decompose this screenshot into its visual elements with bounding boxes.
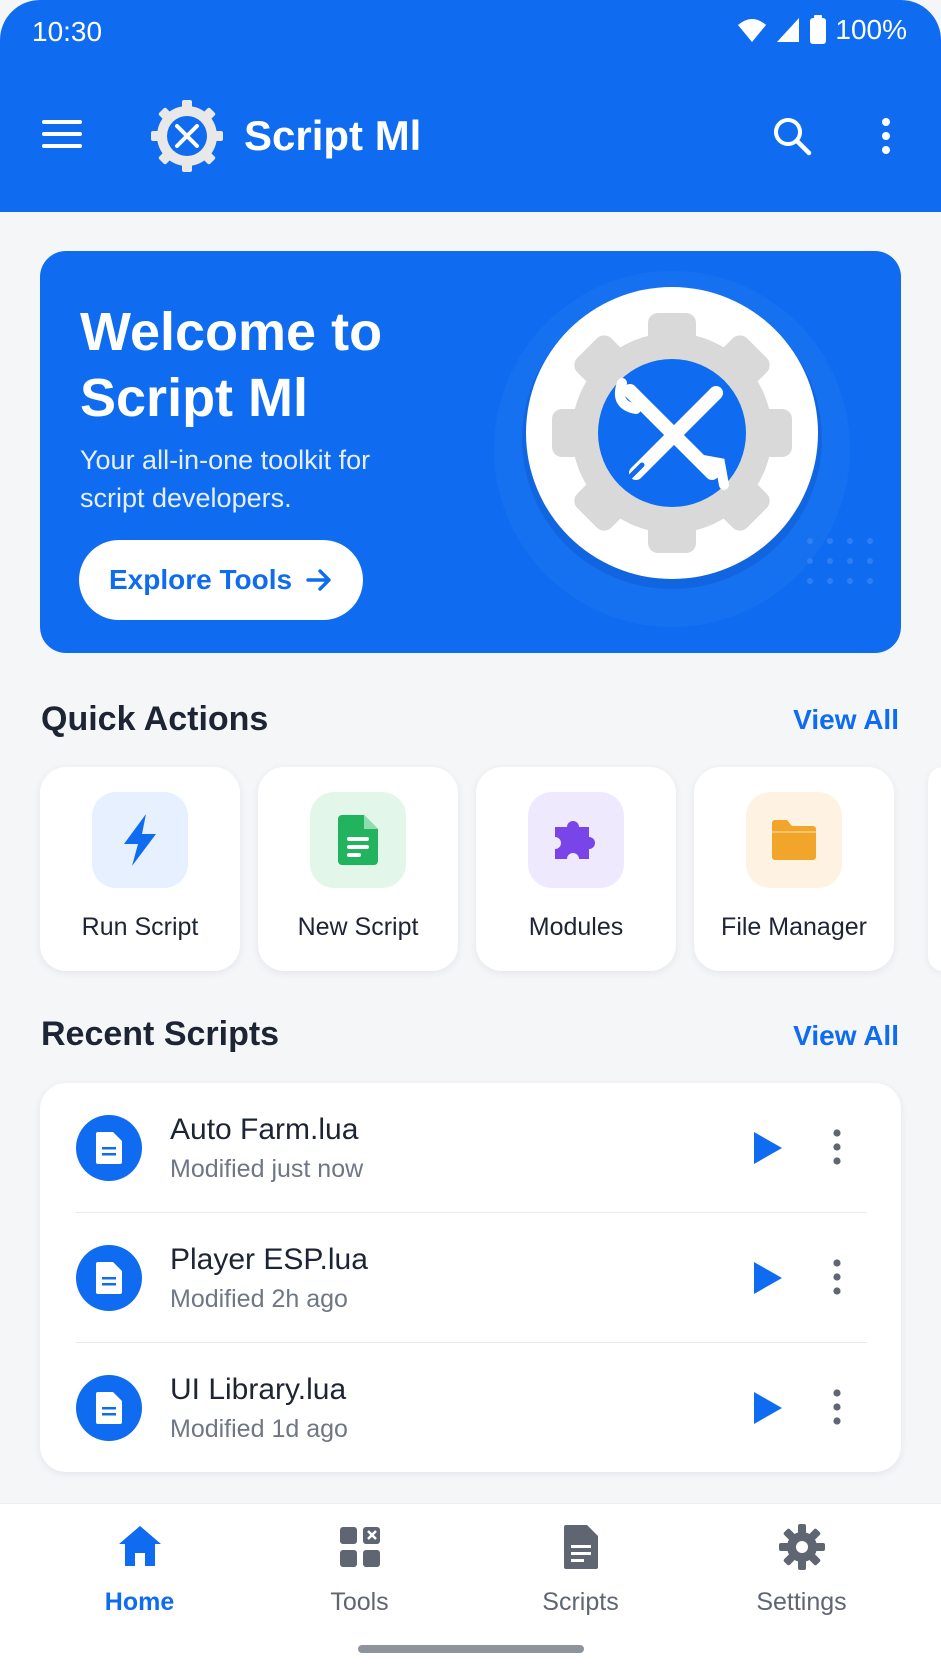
quick-action-label: Run Script [81, 913, 199, 941]
nav-label: Scripts [542, 1588, 619, 1616]
quick-action-label: Modules [528, 913, 624, 941]
nav-tools[interactable]: Tools [242, 1504, 477, 1624]
nav-label: Home [104, 1588, 175, 1616]
app-header: 10:30 100% Script Ml [0, 0, 941, 212]
app-title: Script Ml [244, 112, 422, 159]
grid-icon [339, 1527, 380, 1567]
quick-action-modules[interactable]: Modules [476, 767, 676, 971]
nav-label: Settings [756, 1588, 847, 1616]
play-icon[interactable] [746, 1388, 786, 1428]
battery-percent: 100% [835, 14, 907, 45]
status-icons: 100% [737, 14, 907, 46]
more-vertical-icon[interactable] [830, 1257, 844, 1297]
welcome-banner: Welcome to Script Ml Your all-in-one too… [40, 251, 901, 653]
toolbar: Script Ml [0, 90, 941, 182]
script-file-icon [76, 1115, 142, 1181]
app-logo-icon [151, 100, 223, 172]
puzzle-icon [528, 792, 624, 888]
home-icon [118, 1526, 161, 1566]
toolkit-gear-illustration [494, 271, 873, 627]
status-bar: 10:30 100% [0, 0, 941, 66]
more-vertical-icon[interactable] [874, 114, 898, 158]
hero-title: Welcome to Script Ml [80, 302, 383, 428]
recent-scripts-list: Auto Farm.lua Modified just now Player E… [40, 1083, 901, 1472]
recent-scripts-title: Recent Scripts [41, 1015, 280, 1053]
list-item[interactable]: Auto Farm.lua Modified just now [40, 1083, 901, 1213]
quick-action-new-script[interactable]: New Script [258, 767, 458, 971]
quick-actions-title: Quick Actions [41, 700, 269, 738]
script-name: UI Library.lua [170, 1373, 347, 1406]
recent-scripts-view-all[interactable]: View All [793, 1020, 899, 1052]
nav-scripts[interactable]: Scripts [463, 1504, 698, 1624]
menu-icon[interactable] [40, 114, 84, 154]
arrow-right-icon [306, 569, 331, 591]
document-icon [563, 1525, 598, 1569]
script-file-icon [76, 1375, 142, 1441]
script-modified: Modified just now [170, 1155, 364, 1183]
wifi-icon [738, 19, 767, 42]
explore-tools-label: Explore Tools [109, 564, 293, 595]
quick-actions-row: Run Script New Script Modules File Manag… [40, 767, 910, 971]
home-indicator[interactable] [358, 1645, 584, 1653]
lightning-icon [92, 792, 188, 888]
gear-icon [778, 1524, 825, 1570]
list-item[interactable]: Player ESP.lua Modified 2h ago [40, 1213, 901, 1343]
play-icon[interactable] [746, 1258, 786, 1298]
quick-action-run-script[interactable]: Run Script [40, 767, 240, 971]
hero-subtitle: Your all-in-one toolkit for script devel… [80, 445, 371, 513]
nav-home[interactable]: Home [22, 1504, 257, 1624]
quick-action-label: File Manager [721, 913, 867, 941]
quick-action-file-manager[interactable]: File Manager [694, 767, 894, 971]
quick-actions-view-all[interactable]: View All [793, 704, 899, 736]
script-name: Auto Farm.lua [170, 1113, 359, 1146]
quick-action-partial-card [928, 767, 941, 971]
script-modified: Modified 1d ago [170, 1415, 348, 1443]
play-icon[interactable] [746, 1128, 786, 1168]
signal-icon [777, 18, 800, 42]
document-icon [310, 792, 406, 888]
status-time: 10:30 [32, 16, 103, 47]
search-icon[interactable] [770, 114, 814, 158]
nav-settings[interactable]: Settings [684, 1504, 919, 1624]
folder-icon [746, 792, 842, 888]
script-name: Player ESP.lua [170, 1243, 368, 1276]
more-vertical-icon[interactable] [830, 1387, 844, 1427]
battery-icon [810, 15, 827, 44]
list-item[interactable]: UI Library.lua Modified 1d ago [40, 1343, 901, 1473]
nav-label: Tools [330, 1588, 389, 1616]
explore-tools-button[interactable]: Explore Tools [79, 540, 363, 620]
quick-action-label: New Script [297, 913, 419, 941]
bottom-navigation: Home Tools Scripts Settings [0, 1503, 941, 1672]
more-vertical-icon[interactable] [830, 1127, 844, 1167]
script-modified: Modified 2h ago [170, 1285, 348, 1313]
script-file-icon [76, 1245, 142, 1311]
